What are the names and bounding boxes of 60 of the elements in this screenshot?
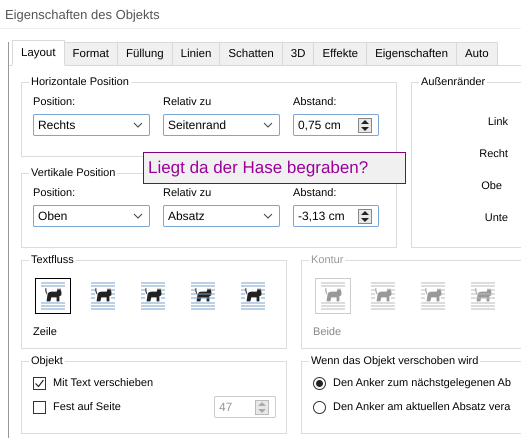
tab[interactable]: Füllung xyxy=(116,42,173,65)
wrap-caption: Zeile xyxy=(33,326,57,338)
group-title: Wenn das Objekt verschoben wird xyxy=(310,355,480,367)
tab[interactable]: Layout xyxy=(12,40,65,66)
radio-label: Den Anker am aktuellen Absatz vera xyxy=(333,401,510,413)
dropdown[interactable]: Seitenrand xyxy=(163,114,280,136)
tab[interactable]: 3D xyxy=(282,42,314,65)
field-label: Relativ zu xyxy=(163,96,212,108)
tab[interactable]: Auto xyxy=(456,42,498,65)
spinner-arrows-icon[interactable] xyxy=(358,208,372,224)
spin-field[interactable]: 0,75 cm xyxy=(293,114,379,136)
tab[interactable]: Effekte xyxy=(313,42,368,65)
chevron-down-icon xyxy=(263,213,273,219)
group-title: Horizontale Position xyxy=(30,76,130,88)
checkbox[interactable] xyxy=(33,400,46,414)
checkbox[interactable] xyxy=(33,376,46,390)
text-wrap-icon xyxy=(89,281,117,311)
chevron-down-icon xyxy=(263,122,273,128)
group-title: Textfluss xyxy=(30,254,75,266)
chevron-down-icon xyxy=(133,122,143,128)
field-label: Abstand: xyxy=(293,187,338,199)
radio-button[interactable] xyxy=(313,376,326,390)
radio-button[interactable] xyxy=(313,400,326,414)
chevron-down-icon xyxy=(133,213,143,219)
text-wrap-icon xyxy=(239,281,267,311)
tab[interactable]: Schatten xyxy=(219,42,283,65)
field-label: Unte xyxy=(484,212,508,224)
spinner-arrows-icon[interactable] xyxy=(358,118,372,132)
tab[interactable]: Format xyxy=(64,42,118,65)
dropdown[interactable]: Oben xyxy=(33,205,150,227)
dropdown[interactable]: Absatz xyxy=(163,205,280,227)
checkbox-label: Fest auf Seite xyxy=(53,401,121,413)
checkbox-label: Mit Text verschieben xyxy=(53,377,154,389)
text-wrap-icon xyxy=(139,281,167,311)
text-wrap-icon xyxy=(189,281,217,311)
tab[interactable]: Eigenschaften xyxy=(366,42,457,65)
radio-label: Den Anker zum nächstgelegenen Ab xyxy=(333,377,511,389)
text-wrap-icon xyxy=(39,281,67,311)
tab[interactable]: Linien xyxy=(172,42,220,65)
window-title: Eigenschaften des Objekts xyxy=(5,6,160,22)
field-label: Relativ zu xyxy=(163,187,212,199)
text-wrap-icon xyxy=(319,281,347,311)
wrap-option[interactable] xyxy=(35,278,71,314)
text-wrap-icon xyxy=(469,281,497,311)
dropdown[interactable]: Rechts xyxy=(33,114,150,136)
group-title: Außenränder xyxy=(420,76,486,88)
text-wrap-icon xyxy=(369,281,397,311)
group-title: Objekt xyxy=(30,355,64,367)
field-label: Position: xyxy=(33,187,76,199)
field-label: Obe xyxy=(481,180,502,192)
wrap-caption: Beide xyxy=(313,326,342,338)
field-label: Link xyxy=(488,116,508,128)
spin-field[interactable]: -3,13 cm xyxy=(293,205,379,227)
callout-note: Liegt da der Hase begraben? xyxy=(143,152,406,184)
group-title: Vertikale Position xyxy=(30,167,116,179)
field-label: Recht xyxy=(479,148,508,160)
field-label: Position: xyxy=(33,96,76,108)
group-title: Kontur xyxy=(310,254,344,266)
field-label: Abstand: xyxy=(293,96,338,108)
text-wrap-icon xyxy=(419,281,447,311)
